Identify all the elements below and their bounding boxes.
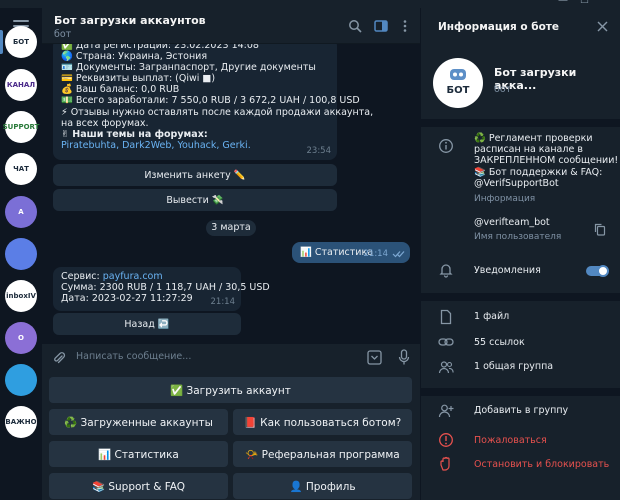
close-icon[interactable] [597, 21, 608, 32]
profile-line: 💳 Реквизиты выплат: (Qiwi ■) [61, 73, 216, 85]
how-to-use-button[interactable]: 📕 Как пользоваться ботом? [233, 409, 412, 435]
notifications-label: Уведомления [474, 265, 541, 276]
copy-icon[interactable] [594, 223, 606, 236]
uploaded-accounts-button[interactable]: ♻️ Загруженные аккаунты [49, 409, 228, 435]
folder-8[interactable] [5, 364, 37, 396]
add-to-group-button[interactable]: Добавить в группу [474, 405, 568, 416]
divider [421, 388, 620, 396]
info-panel-title: Информация о боте [438, 21, 560, 33]
notifications-toggle[interactable] [586, 265, 609, 277]
description-line: 📚 Бот поддержки & FAQ: [474, 166, 603, 178]
outgoing-message: 📊 Статистика 21:14 [292, 242, 410, 263]
message-input[interactable]: Написать сообщение... [76, 351, 191, 362]
folder-1[interactable]: КАНАЛ [5, 69, 37, 101]
profile-line: 💰 Ваш баланс: 0,0 RUB [61, 84, 180, 96]
chat-subtitle: бот [54, 29, 72, 40]
report-icon [439, 433, 453, 447]
withdraw-button[interactable]: Вывести 💸 [53, 189, 337, 211]
profile-line: 💵 Всего заработали: 7 550,0 RUB / 3 672,… [61, 95, 360, 107]
stats-date: Дата: 2023-02-27 11:27:29 [61, 293, 193, 304]
profile-line: 🌎 Страна: Украина, Эстония [61, 51, 208, 63]
composer: Написать сообщение... [42, 344, 420, 372]
chat-header[interactable]: Бот загрузки аккаунтов бот [42, 8, 420, 44]
support-bot-link[interactable]: @VerifSupportBot [474, 178, 559, 189]
stats-service: Сервис: payfura.com [61, 271, 163, 282]
date-separator: 3 марта [206, 220, 256, 236]
files-count[interactable]: 1 файл [474, 311, 509, 322]
message-time: 23:54 [306, 146, 332, 156]
folder-4[interactable]: A [5, 196, 37, 228]
attach-icon[interactable] [52, 351, 66, 365]
referral-program-button[interactable]: 📯 Реферальная программа [233, 441, 412, 467]
stop-hand-icon [440, 456, 450, 471]
profile-button[interactable]: 👤 Профиль [233, 473, 412, 499]
stats-sum: Сумма: 2300 RUB / 1 118,7 UAH / 30,5 USD [61, 282, 270, 293]
robot-icon [450, 69, 466, 80]
profile-text: ✅ Дата регистрации: 23.02.2023 14:08 🌎 Ст… [61, 44, 373, 140]
avatar-label: БОТ [446, 85, 470, 96]
folder-7[interactable]: O [5, 322, 37, 354]
folder-0[interactable]: БОТ [0, 26, 37, 58]
divider [421, 119, 620, 127]
divider [421, 293, 620, 301]
back-button[interactable]: Назад ↩️ [53, 313, 241, 335]
bot-subtitle: бот [494, 84, 512, 95]
stats-message: Сервис: payfura.com Сумма: 2300 RUB / 1 … [53, 267, 270, 311]
folder-9[interactable]: ВАЖНО [5, 406, 37, 438]
folder-2[interactable]: SUPPORT [3, 111, 39, 143]
support-faq-button[interactable]: 📚 Support & FAQ [49, 473, 228, 499]
groups-count[interactable]: 1 общая группа [474, 361, 553, 372]
profile-line: ✌ Наши темы на форумах: [61, 128, 208, 140]
bot-keyboard-icon[interactable] [367, 350, 382, 365]
maximize-button[interactable]: ☐ [580, 0, 589, 6]
report-button[interactable]: Пожаловаться [474, 435, 547, 446]
info-panel: Информация о боте БОТ Бот загрузки акка.… [420, 8, 620, 500]
sidebar-toggle-icon[interactable] [374, 19, 388, 33]
file-icon [440, 309, 452, 325]
description-label: Информация [474, 194, 536, 204]
description-line: расписан на канале в [474, 144, 583, 156]
folder-3[interactable]: ЧАТ [5, 153, 37, 185]
bot-description: ♻️ Регламент проверки расписан на канале … [474, 133, 618, 178]
profile-line: 🪪 Документы: Загранпаспорт, Другие докум… [61, 62, 316, 74]
bell-icon [439, 264, 453, 278]
info-icon [439, 139, 453, 153]
stats-service-link[interactable]: payfura.com [103, 271, 163, 282]
folder-6[interactable]: inboxIV [5, 280, 37, 312]
message-time: 21:14 [210, 297, 236, 307]
more-options-icon[interactable] [398, 19, 412, 33]
stop-and-block-button[interactable]: Остановить и блокировать [474, 459, 609, 470]
links-count[interactable]: 55 ссылок [474, 337, 525, 348]
profile-line: на всех форумах. [61, 117, 149, 129]
message-list[interactable]: ✅ Дата регистрации: 23.02.2023 14:08 🌎 Ст… [42, 44, 420, 344]
outgoing-text: 📊 Статистика [300, 247, 374, 258]
bot-avatar[interactable]: БОТ [433, 58, 483, 108]
statistics-button[interactable]: 📊 Статистика [49, 441, 228, 467]
bot-username[interactable]: @verifteam_bot [474, 217, 550, 228]
link-icon [438, 338, 454, 346]
message-time: 21:14 [363, 249, 389, 259]
profile-message: ✅ Дата регистрации: 23.02.2023 14:08 🌎 Ст… [53, 44, 373, 160]
description-line: ЗАКРЕПЛЕННОМ сообщении! [474, 155, 619, 167]
folder-5[interactable] [5, 238, 37, 270]
forum-links[interactable]: Piratebuhta, Dark2Web, Youhack, Gerki. [61, 140, 251, 151]
upload-account-button[interactable]: ✅ Загрузить аккаунт [49, 377, 412, 403]
group-icon [438, 361, 454, 374]
minimize-button[interactable]: — [558, 0, 568, 6]
title-bar: — ☐ [0, 0, 620, 8]
username-label: Имя пользователя [474, 232, 562, 242]
search-icon[interactable] [348, 19, 362, 33]
profile-line: ⚡ Отзывы нужно оставлять после каждой пр… [61, 106, 374, 118]
edit-profile-button[interactable]: Изменить анкету ✏️ [53, 164, 337, 186]
description-line: ♻️ Регламент проверки [474, 133, 593, 144]
chat-title: Бот загрузки аккаунтов [54, 14, 206, 27]
bot-name: Бот загрузки акка... [494, 66, 577, 92]
bot-keyboard: ✅ Загрузить аккаунт ♻️ Загруженные аккау… [42, 372, 420, 500]
double-check-icon [392, 251, 405, 258]
add-user-icon [438, 404, 454, 418]
microphone-icon[interactable] [398, 349, 410, 366]
folder-sidebar: БОТ КАНАЛ SUPPORT ЧАТ AinboxIV O ВАЖНО [0, 8, 42, 500]
stats-service-label: Сервис: [61, 271, 103, 282]
